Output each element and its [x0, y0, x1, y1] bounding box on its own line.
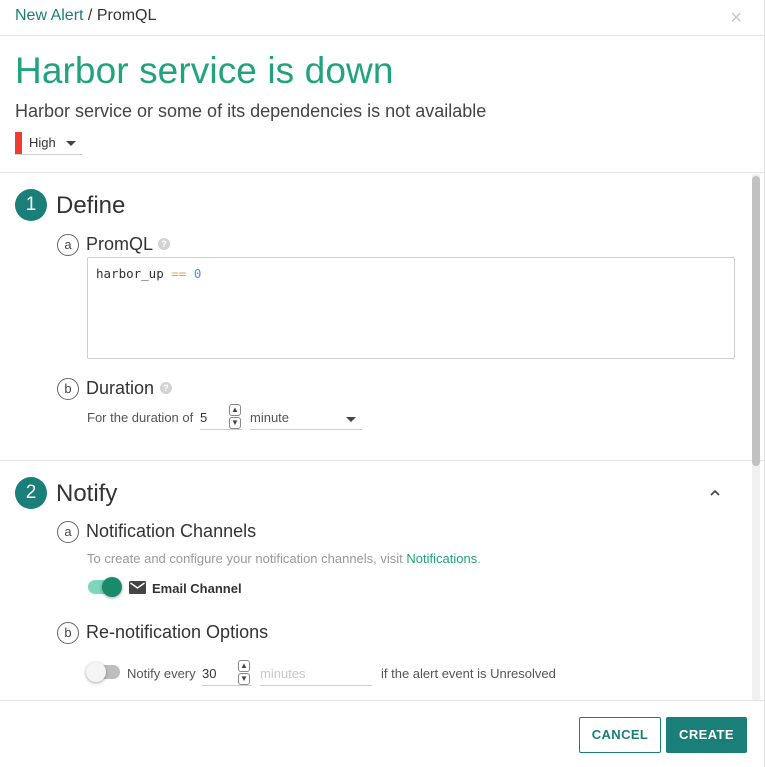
severity-value: High	[29, 135, 56, 150]
notifications-link[interactable]: Notifications	[406, 551, 477, 566]
chevron-up-icon[interactable]	[710, 488, 720, 498]
define-section-title: Define	[56, 192, 126, 219]
channels-hint-text: To create and configure your notificatio…	[87, 551, 407, 566]
query-number: 0	[193, 266, 202, 281]
duration-label: For the duration of	[87, 410, 194, 425]
footer-divider	[0, 700, 765, 701]
section-divider-top	[0, 172, 765, 173]
breadcrumb: New Alert / PromQL	[15, 7, 156, 25]
promql-step-letter: a	[57, 234, 79, 256]
duration-unit-value: minute	[250, 410, 290, 425]
duration-stepper[interactable]: ▲ ▼	[229, 404, 241, 430]
alert-title[interactable]: Harbor service is down	[15, 50, 394, 92]
query-identifier: harbor_up	[96, 266, 164, 281]
renotify-unit-select[interactable]: minutes	[260, 662, 372, 686]
severity-color-bar	[15, 132, 22, 154]
promql-editor[interactable]: harbor_up == 0	[87, 257, 735, 359]
channels-step-letter: a	[57, 521, 79, 543]
channels-hint-suffix: .	[477, 551, 481, 566]
toggle-knob	[102, 577, 122, 597]
severity-select[interactable]: High	[15, 131, 82, 155]
promql-title: PromQL	[86, 234, 154, 254]
breadcrumb-current: PromQL	[96, 7, 157, 24]
header-divider	[0, 35, 765, 36]
renotify-interval-value: 30	[202, 666, 217, 681]
step-number-notify: 2	[15, 477, 47, 509]
chevron-down-icon[interactable]: ▼	[238, 673, 250, 685]
breadcrumb-separator: /	[83, 7, 97, 24]
email-channel-toggle[interactable]	[88, 577, 122, 597]
query-operator: ==	[171, 266, 187, 281]
help-icon[interactable]: ?	[158, 238, 170, 250]
channels-hint: To create and configure your notificatio…	[87, 551, 481, 566]
alert-description[interactable]: Harbor service or some of its dependenci…	[15, 101, 486, 122]
renotify-step-letter: b	[57, 622, 79, 644]
email-channel-label: Email Channel	[152, 581, 242, 596]
duration-title: Duration	[86, 378, 155, 398]
duration-unit-select[interactable]: minute	[250, 406, 362, 430]
create-button[interactable]: CREATE	[666, 717, 747, 753]
close-icon[interactable]: ×	[730, 8, 742, 28]
help-icon[interactable]: ?	[160, 382, 172, 394]
toggle-knob	[86, 662, 106, 682]
notify-section-title: Notify	[56, 480, 118, 507]
renotify-title: Re-notification Options	[86, 622, 269, 642]
renotify-stepper[interactable]: ▲ ▼	[238, 660, 250, 686]
renotify-toggle[interactable]	[86, 662, 120, 682]
chevron-down-icon	[66, 141, 76, 146]
chevron-up-icon[interactable]: ▲	[238, 660, 250, 672]
chevron-down-icon[interactable]: ▼	[229, 417, 241, 429]
scrollbar-thumb[interactable]	[752, 176, 760, 466]
step-number-define: 1	[15, 189, 47, 221]
duration-value: 5	[200, 410, 208, 425]
duration-step-letter: b	[57, 378, 79, 400]
section-divider	[0, 460, 765, 461]
renotify-label: Notify every	[127, 666, 196, 681]
alert-dialog: New Alert / PromQL × Harbor service is d…	[0, 0, 765, 767]
chevron-down-icon	[346, 417, 356, 422]
renotify-suffix: if the alert event is Unresolved	[381, 666, 556, 681]
scrollbar[interactable]	[752, 174, 760, 700]
channels-title: Notification Channels	[86, 521, 257, 541]
email-icon	[129, 581, 146, 594]
renotify-unit-placeholder: minutes	[260, 666, 306, 681]
breadcrumb-new-alert-link[interactable]: New Alert	[15, 7, 83, 24]
chevron-up-icon[interactable]: ▲	[229, 404, 241, 416]
cancel-button[interactable]: CANCEL	[579, 717, 661, 753]
